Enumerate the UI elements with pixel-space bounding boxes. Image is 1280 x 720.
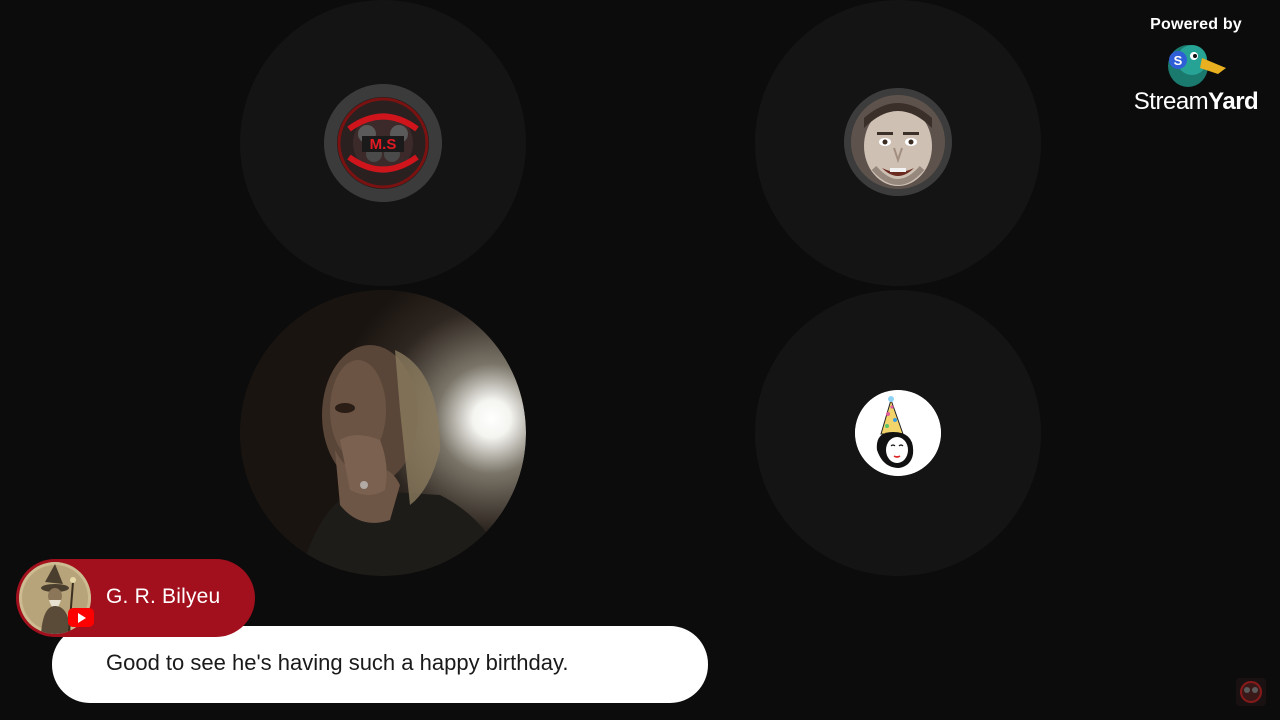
comment-text: Good to see he's having such a happy bir… [106, 650, 569, 675]
streamyard-branding: Powered by S StreamYard [1126, 16, 1266, 116]
channel-watermark-icon [1236, 678, 1266, 706]
camera-video-frame [240, 290, 526, 576]
live-camera-feed [240, 290, 526, 576]
comment-author-name: G. R. Bilyeu [106, 585, 221, 608]
williams-storybook-logo-icon: M.S [324, 84, 442, 202]
participant-avatar-1: M.S [324, 84, 442, 202]
logo-badge-text: M.S [370, 136, 397, 153]
comment-author-bar: G. R. Bilyeu [16, 559, 255, 637]
stream-stage: M.S Powered by S StreamYard Good to see … [0, 0, 1280, 720]
powered-by-label: Powered by [1150, 16, 1242, 33]
svg-text:S: S [1174, 53, 1183, 68]
duck-logo-icon: S [1168, 45, 1226, 87]
brand-name-light: Stream [1133, 88, 1209, 115]
participant-tile-4 [755, 290, 1041, 576]
participant-avatar-2 [844, 88, 952, 196]
participant-tile-1: M.S [240, 0, 526, 286]
brand-name: StreamYard [1126, 88, 1266, 116]
youtube-icon [68, 608, 94, 627]
participant-tile-2 [755, 0, 1041, 286]
comment-message-bubble: Good to see he's having such a happy bir… [52, 626, 708, 703]
brand-name-bold: Yard [1208, 88, 1259, 115]
smiling-man-avatar-icon [844, 88, 952, 196]
party-hat-cartoon-icon [855, 390, 941, 476]
participant-tile-3-active [240, 290, 526, 576]
participant-avatar-4 [855, 390, 941, 476]
